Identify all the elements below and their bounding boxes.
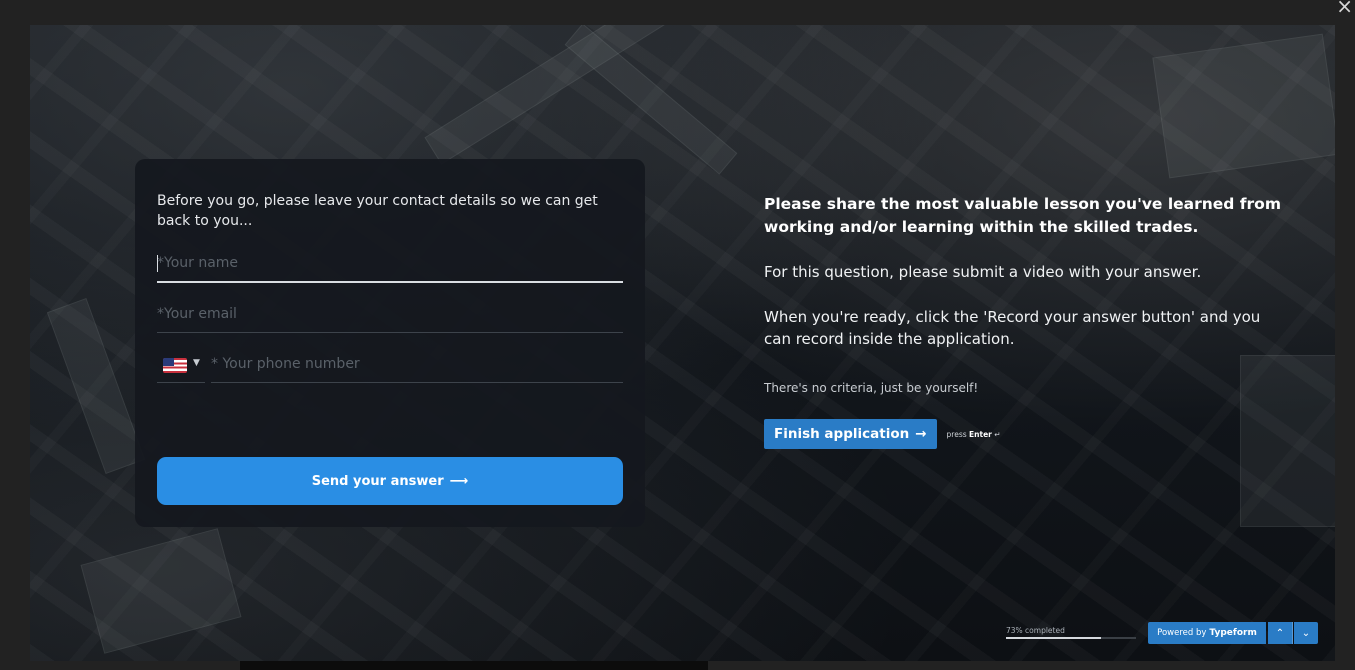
name-field[interactable] [157,247,623,283]
progress-fill [1006,637,1101,639]
powered-by-text: Powered by [1157,628,1207,638]
name-input[interactable] [157,247,623,279]
chevron-down-icon: ▼ [193,358,200,368]
contact-card: Before you go, please leave your contact… [135,159,645,527]
progress-indicator: 73% completed [1006,626,1136,639]
phone-row: ▼ [157,348,623,383]
email-field[interactable] [157,298,623,333]
text-caret [157,255,158,272]
send-answer-label: Send your answer [311,473,444,489]
question-panel: Please share the most valuable lesson yo… [764,193,1284,449]
powered-by-typeform-badge[interactable]: Powered by Typeform [1148,622,1266,644]
country-code-select[interactable]: ▼ [157,348,205,383]
question-paragraph-record: When you're ready, click the 'Record you… [764,308,1261,348]
arrow-right-icon: → [915,426,927,442]
email-input[interactable] [157,298,623,330]
background-metal-box [1240,355,1335,527]
contact-intro-text: Before you go, please leave your contact… [157,193,598,229]
modal-frame: × Before you go, please leave your conta… [0,0,1355,670]
enter-key-label: Enter [969,429,992,439]
typeform-brand: Typeform [1209,628,1257,638]
next-question-button[interactable]: ⌄ [1294,622,1318,644]
previous-question-button[interactable]: ⌃ [1268,622,1292,644]
arrow-right-icon: ⟶ [449,473,469,489]
question-title: Please share the most valuable lesson yo… [764,195,1281,236]
chevron-down-icon: ⌄ [1301,627,1311,639]
finish-application-button[interactable]: Finish application → [764,419,937,449]
phone-input[interactable] [211,348,623,380]
finish-row: Finish application → press Enter ↵ [764,419,1001,449]
progress-track [1006,637,1136,639]
chevron-up-icon: ⌃ [1275,627,1285,639]
phone-field[interactable] [211,348,623,383]
background-metal-box [1152,33,1335,179]
send-answer-button[interactable]: Send your answer ⟶ [157,457,623,505]
background-metal-strut [46,298,146,474]
progress-label: 73% completed [1006,626,1065,635]
question-paragraph-video: For this question, please submit a video… [764,263,1202,281]
press-enter-hint: press Enter ↵ [947,430,1001,439]
nav-divider [1292,622,1293,644]
question-note: There's no criteria, just be yourself! [764,381,979,395]
bottom-strip [240,661,708,670]
close-icon[interactable]: × [1336,0,1353,16]
press-hint-text: press [946,429,967,439]
background-metal-strut [564,25,738,175]
enter-key-icon: ↵ [994,429,1001,439]
us-flag-icon [163,358,187,373]
finish-application-label: Finish application [774,426,910,442]
background-metal-box [80,528,242,654]
